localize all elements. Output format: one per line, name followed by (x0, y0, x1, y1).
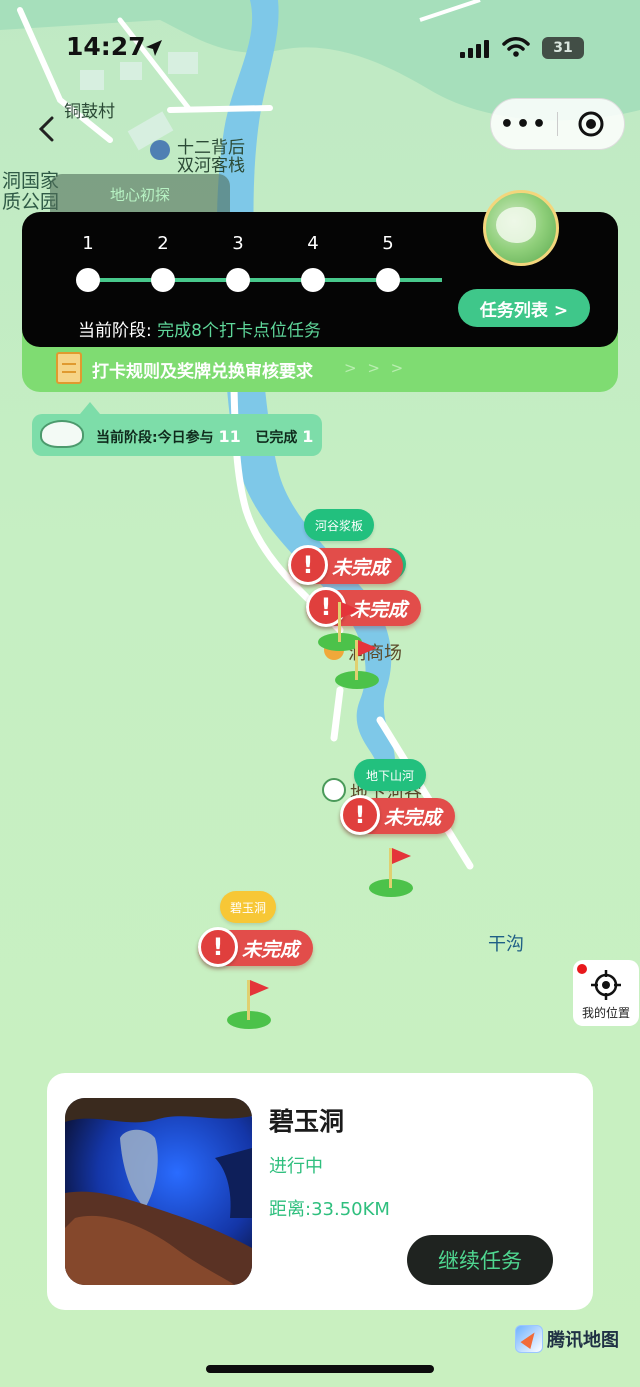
today-prefix: 当前阶段:今日参与 (96, 430, 214, 446)
status-bar: 14:27 31 (0, 28, 640, 68)
rules-arrows: > > > (344, 359, 407, 377)
undone-text: 未完成 (332, 556, 390, 579)
close-miniprogram-button[interactable] (558, 110, 624, 138)
crosshair-icon (591, 970, 621, 1000)
current-stage-task: 完成8个打卡点位任务 (157, 321, 321, 341)
current-stage-text: 当前阶段: 完成8个打卡点位任务 (78, 316, 321, 341)
step-number-4: 4 (307, 233, 319, 254)
checkpoint-label-hegu[interactable]: 河谷浆板 (304, 509, 374, 541)
mascot-icon (40, 420, 84, 448)
poi-status: 进行中 (269, 1156, 323, 1177)
status-time: 14:27 (66, 32, 146, 61)
back-button[interactable] (30, 112, 64, 146)
step-number-3: 3 (232, 233, 244, 254)
checkpoint-label-biyu[interactable]: 碧玉洞 (220, 891, 276, 923)
home-indicator[interactable] (206, 1365, 434, 1373)
target-circle-icon (578, 111, 604, 137)
checkpoint-label-dixia[interactable]: 地下山河 (354, 759, 426, 791)
tencent-map-icon (515, 1325, 543, 1353)
more-button[interactable]: ••• (491, 112, 557, 137)
step-number-1: 1 (82, 233, 94, 254)
poi-distance: 距离:33.50KM (269, 1199, 390, 1220)
tencent-map-logo: 腾讯地图 (515, 1325, 619, 1353)
flag-marker-icon[interactable] (333, 634, 381, 690)
undone-badge[interactable]: ! 未完成 (198, 927, 314, 967)
undone-badge[interactable]: ! 未完成 (340, 795, 456, 835)
stage-tab[interactable]: 地心初探 (50, 174, 230, 214)
map-label-tonggu: 铜鼓村 (64, 102, 115, 122)
exclamation-icon: ! (198, 927, 238, 967)
undone-text: 未完成 (242, 938, 300, 961)
my-location-label: 我的位置 (581, 1006, 630, 1020)
miniprogram-capsule: ••• (490, 98, 625, 150)
exclamation-icon: ! (288, 545, 328, 585)
undone-text: 未完成 (384, 806, 442, 829)
step-number-2: 2 (157, 233, 169, 254)
today-stats-text: 当前阶段:今日参与 11 已完成 1 (96, 427, 313, 447)
step-number-5: 5 (382, 233, 394, 254)
notification-dot (577, 964, 587, 974)
flag-marker-icon[interactable] (367, 842, 415, 898)
step-dot-5 (376, 268, 400, 292)
today-done-count: 1 (302, 427, 314, 446)
today-participate-count: 11 (218, 427, 241, 446)
flag-marker-icon[interactable] (225, 974, 273, 1030)
today-done-label: 已完成 (255, 430, 298, 446)
battery-indicator: 31 (542, 37, 584, 59)
clipboard-icon (56, 352, 82, 384)
map-label-shuanghe: 双河客栈 (177, 156, 245, 176)
location-arrow-icon (146, 40, 162, 56)
map-label-gangou: 干沟 (488, 934, 524, 955)
poi-photo (65, 1098, 252, 1285)
chevron-left-icon (38, 116, 54, 142)
my-location-button[interactable]: 我的位置 (573, 960, 639, 1026)
tencent-map-text: 腾讯地图 (547, 1330, 619, 1351)
cellular-signal-icon (460, 40, 489, 58)
stage-medal-badge[interactable] (483, 190, 559, 266)
undone-badge[interactable]: ! 未完成 (288, 545, 404, 585)
continue-task-button[interactable]: 继续任务 (407, 1235, 553, 1285)
cave-photo (65, 1098, 252, 1285)
exclamation-icon: ! (340, 795, 380, 835)
step-dot-1 (76, 268, 100, 292)
task-list-button[interactable]: 任务列表 > (458, 289, 590, 327)
poi-title: 碧玉洞 (269, 1107, 345, 1136)
step-dot-4 (301, 268, 325, 292)
wifi-icon (502, 37, 530, 57)
step-dot-2 (151, 268, 175, 292)
current-stage-prefix: 当前阶段: (78, 321, 158, 341)
rules-link[interactable]: 打卡规则及奖牌兑换审核要求 (92, 357, 313, 382)
step-dot-3 (226, 268, 250, 292)
